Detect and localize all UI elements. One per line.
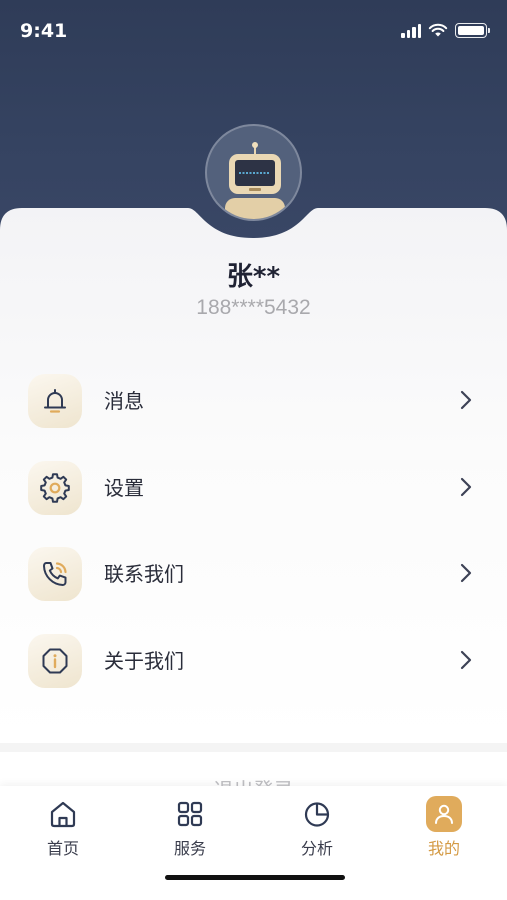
menu-label: 关于我们 <box>104 649 184 673</box>
tab-label: 服务 <box>173 839 206 858</box>
chevron-right-icon <box>460 477 472 497</box>
menu-label: 联系我们 <box>104 562 184 586</box>
menu-label: 设置 <box>104 476 144 500</box>
tab-services[interactable]: 服务 <box>127 786 253 866</box>
grid-icon <box>177 801 203 827</box>
battery-icon <box>455 23 490 38</box>
tab-analysis[interactable]: 分析 <box>254 786 380 866</box>
phone-icon <box>43 562 67 586</box>
user-phone: 188****5432 <box>196 296 311 319</box>
pie-chart-icon <box>304 802 330 827</box>
chevron-right-icon <box>460 650 472 670</box>
chevron-right-icon <box>460 563 472 583</box>
home-indicator <box>165 875 345 880</box>
menu-item-contact[interactable]: 联系我们 <box>0 545 507 625</box>
status-bar: 9:41 <box>0 0 507 64</box>
menu-item-settings[interactable]: 设置 <box>0 459 507 539</box>
tab-home[interactable]: 首页 <box>0 786 126 866</box>
robot-avatar-icon <box>225 142 285 219</box>
tab-label: 分析 <box>300 839 333 858</box>
status-time: 9:41 <box>20 20 68 42</box>
menu-item-about[interactable]: 关于我们 <box>0 632 507 712</box>
menu-item-messages[interactable]: 消息 <box>0 372 507 452</box>
signal-icon <box>401 23 421 38</box>
user-icon <box>435 804 453 824</box>
tab-label: 我的 <box>427 839 460 858</box>
home-icon <box>50 801 76 828</box>
status-icons <box>401 23 490 38</box>
menu-label: 消息 <box>104 389 144 413</box>
info-icon <box>42 648 68 674</box>
avatar[interactable] <box>205 124 302 221</box>
user-name: 张** <box>226 262 281 292</box>
gear-icon <box>40 473 70 503</box>
chevron-right-icon <box>460 390 472 410</box>
wifi-icon <box>428 23 448 37</box>
tab-mine[interactable]: 我的 <box>381 786 507 866</box>
tab-label: 首页 <box>46 839 79 858</box>
tab-bar: 首页 服务 分析 我的 <box>0 786 507 900</box>
bell-icon <box>44 389 66 413</box>
